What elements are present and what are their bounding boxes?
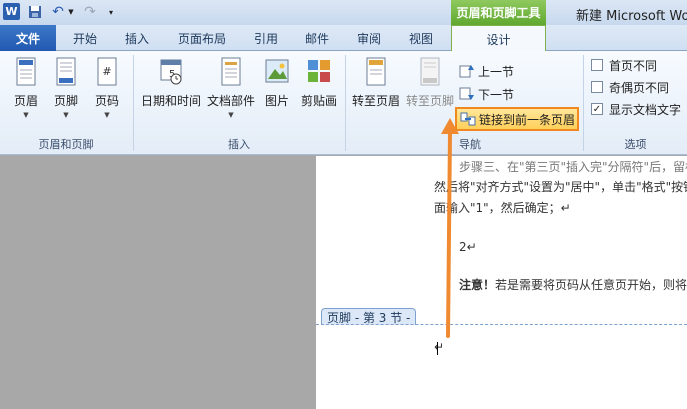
- watermark: 系统之家: [558, 374, 619, 392]
- annotation-arrow-icon: [441, 118, 459, 338]
